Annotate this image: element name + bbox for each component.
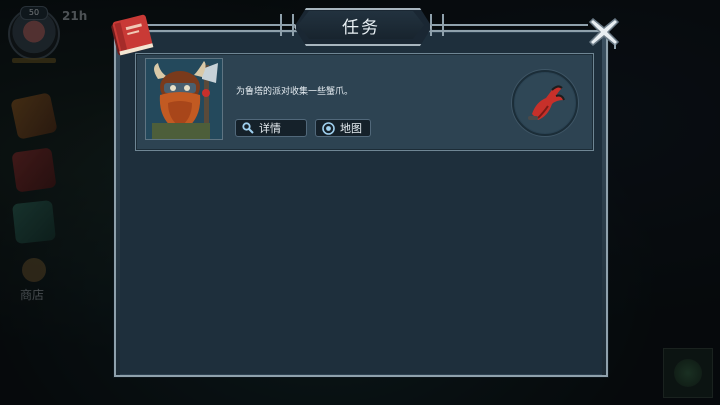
map-label: 地图 — [340, 122, 362, 135]
title-rule — [428, 24, 588, 26]
panel-edge — [602, 32, 606, 375]
quest-book-icon — [111, 14, 154, 56]
quest-description: 为鲁塔的派对收集一些蟹爪。 — [236, 87, 354, 97]
close-icon[interactable] — [587, 15, 621, 49]
title-ornament — [430, 14, 444, 36]
crab-claw-icon — [515, 73, 575, 133]
dialog-title: 任务 — [298, 11, 424, 39]
search-icon — [242, 122, 254, 134]
map-button[interactable]: 地图 — [315, 119, 371, 137]
target-icon — [322, 121, 335, 135]
quest-giver-portrait — [145, 58, 223, 140]
quest-item — [512, 70, 578, 136]
title-rule — [135, 24, 295, 26]
details-button[interactable]: 详情 — [235, 119, 307, 137]
details-label: 详情 — [259, 122, 281, 135]
title-ornament — [280, 14, 294, 36]
panel-edge — [116, 32, 120, 375]
dwarf-portrait-icon — [146, 59, 222, 139]
